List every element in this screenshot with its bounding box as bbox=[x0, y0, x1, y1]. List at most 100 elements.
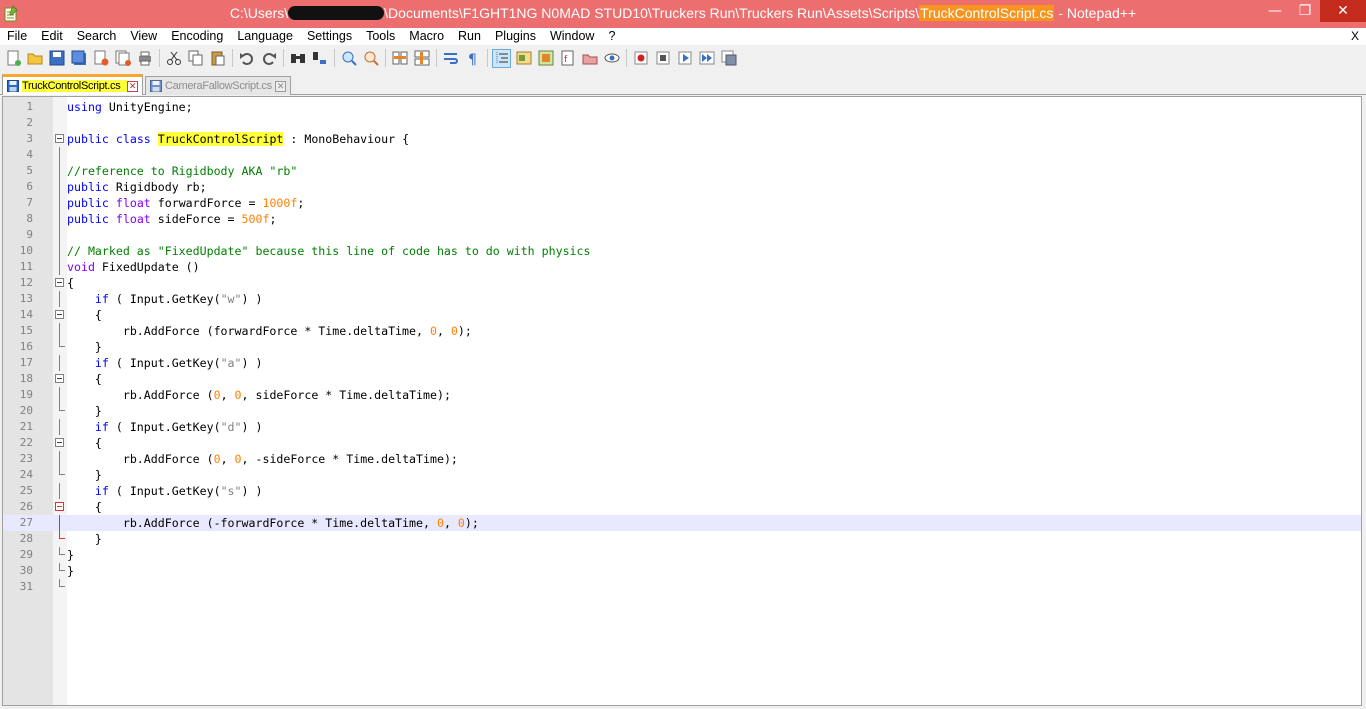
code-line[interactable]: 13 if ( Input.GetKey("w") ) bbox=[3, 291, 1361, 307]
maximize-button[interactable]: ❐ bbox=[1290, 0, 1320, 22]
udl-button[interactable] bbox=[514, 49, 533, 68]
code-line[interactable]: 3 public class TruckControlScript : MonoB… bbox=[3, 131, 1361, 147]
new-file-button[interactable] bbox=[3, 49, 22, 68]
tab-close-icon[interactable]: ✕ bbox=[275, 80, 286, 92]
indent-guide-button[interactable] bbox=[492, 48, 511, 68]
code-text: } bbox=[67, 339, 102, 355]
redo-button[interactable] bbox=[259, 49, 278, 68]
code-token: } bbox=[67, 340, 102, 354]
close-all-button[interactable] bbox=[113, 49, 132, 68]
sync-horizontal-button[interactable] bbox=[412, 49, 431, 68]
folder-workspace-button[interactable] bbox=[580, 49, 599, 68]
menu-encoding[interactable]: Encoding bbox=[164, 28, 230, 45]
record-macro-button[interactable] bbox=[631, 49, 650, 68]
code-editor[interactable]: 1 using UnityEngine; 2 3 public class TruckC… bbox=[2, 96, 1362, 706]
sync-vertical-button[interactable] bbox=[390, 49, 409, 68]
doc-map-button[interactable] bbox=[536, 49, 555, 68]
menu-window[interactable]: Window bbox=[543, 28, 601, 45]
menu-settings[interactable]: Settings bbox=[300, 28, 359, 45]
code-line[interactable]: 31 bbox=[3, 579, 1361, 595]
code-line[interactable]: 17 if ( Input.GetKey("a") ) bbox=[3, 355, 1361, 371]
code-lines[interactable]: 1 using UnityEngine; 2 3 public class TruckC… bbox=[3, 99, 1361, 595]
save-all-button[interactable] bbox=[69, 49, 88, 68]
zoom-in-button[interactable] bbox=[339, 49, 358, 68]
fold-toggle-icon[interactable] bbox=[55, 374, 64, 383]
toolbar-separator bbox=[159, 49, 160, 67]
close-button[interactable] bbox=[91, 49, 110, 68]
code-line[interactable]: 2 bbox=[3, 115, 1361, 131]
menu-view[interactable]: View bbox=[123, 28, 164, 45]
menu-search[interactable]: Search bbox=[70, 28, 124, 45]
code-line[interactable]: 26 { bbox=[3, 499, 1361, 515]
replace-button[interactable] bbox=[310, 49, 329, 68]
paste-button[interactable] bbox=[208, 49, 227, 68]
copy-button[interactable] bbox=[186, 49, 205, 68]
stop-macro-button[interactable] bbox=[653, 49, 672, 68]
menu-help[interactable]: ? bbox=[601, 28, 622, 45]
close-window-button[interactable]: ✕ bbox=[1320, 0, 1366, 22]
code-line[interactable]: 20 } bbox=[3, 403, 1361, 419]
menu-tools[interactable]: Tools bbox=[359, 28, 402, 45]
code-line[interactable]: 23 rb.AddForce (0, 0, -sideForce * Time.… bbox=[3, 451, 1361, 467]
fold-toggle-icon[interactable] bbox=[55, 278, 64, 287]
minimize-button[interactable]: — bbox=[1260, 0, 1290, 22]
code-line[interactable]: 5 //reference to Rigidbody AKA "rb" bbox=[3, 163, 1361, 179]
code-line[interactable]: 25 if ( Input.GetKey("s") ) bbox=[3, 483, 1361, 499]
code-token: float bbox=[115, 212, 151, 226]
cut-button[interactable] bbox=[164, 49, 183, 68]
code-line[interactable]: 28 } bbox=[3, 531, 1361, 547]
code-line[interactable]: 12 { bbox=[3, 275, 1361, 291]
code-line[interactable]: 24 } bbox=[3, 467, 1361, 483]
code-line[interactable]: 14 { bbox=[3, 307, 1361, 323]
fold-toggle-icon[interactable] bbox=[55, 310, 64, 319]
word-wrap-button[interactable] bbox=[441, 49, 460, 68]
undo-button[interactable] bbox=[237, 49, 256, 68]
menu-edit[interactable]: Edit bbox=[34, 28, 70, 45]
code-line[interactable]: 18 { bbox=[3, 371, 1361, 387]
find-button[interactable] bbox=[288, 49, 307, 68]
save-button[interactable] bbox=[47, 49, 66, 68]
code-line[interactable]: 8 public float sideForce = 500f; bbox=[3, 211, 1361, 227]
function-list-button[interactable]: f bbox=[558, 49, 577, 68]
code-line[interactable]: 29} bbox=[3, 547, 1361, 563]
monitoring-button[interactable] bbox=[602, 49, 621, 68]
tab-close-icon[interactable]: ✕ bbox=[127, 80, 138, 92]
play-macro-button[interactable] bbox=[675, 49, 694, 68]
code-line[interactable]: 21 if ( Input.GetKey("d") ) bbox=[3, 419, 1361, 435]
tab-camerafallowscript[interactable]: CameraFallowScript.cs ✕ bbox=[145, 76, 291, 95]
code-line[interactable]: 19 rb.AddForce (0, 0, sideForce * Time.d… bbox=[3, 387, 1361, 403]
close-document-button[interactable]: X bbox=[1351, 28, 1359, 45]
menu-run[interactable]: Run bbox=[451, 28, 488, 45]
open-file-button[interactable] bbox=[25, 49, 44, 68]
zoom-out-button[interactable] bbox=[361, 49, 380, 68]
code-line[interactable]: 9 bbox=[3, 227, 1361, 243]
line-number: 19 bbox=[19, 388, 33, 401]
code-line[interactable]: 6 public Rigidbody rb; bbox=[3, 179, 1361, 195]
print-button[interactable] bbox=[135, 49, 154, 68]
title-bar[interactable]: C:\Users\ \Documents\F1GHT1NG N0MAD STUD1… bbox=[0, 0, 1366, 28]
fold-toggle-icon[interactable] bbox=[55, 438, 64, 447]
code-line[interactable]: 11 void FixedUpdate () bbox=[3, 259, 1361, 275]
code-line[interactable]: 4 bbox=[3, 147, 1361, 163]
fold-toggle-icon[interactable] bbox=[55, 134, 64, 143]
code-line[interactable]: 16 } bbox=[3, 339, 1361, 355]
menu-language[interactable]: Language bbox=[230, 28, 300, 45]
code-line[interactable]: 15 rb.AddForce (forwardForce * Time.delt… bbox=[3, 323, 1361, 339]
tab-truckcontrolscript[interactable]: TruckControlScript.cs ✕ bbox=[2, 74, 143, 95]
code-line[interactable]: 22 { bbox=[3, 435, 1361, 451]
menu-file[interactable]: File bbox=[0, 28, 34, 45]
code-line[interactable]: 30} bbox=[3, 563, 1361, 579]
menu-plugins[interactable]: Plugins bbox=[488, 28, 543, 45]
run-macro-multiple-button[interactable] bbox=[697, 49, 716, 68]
menu-macro[interactable]: Macro bbox=[402, 28, 451, 45]
save-macro-button[interactable] bbox=[719, 49, 738, 68]
close-all-icon bbox=[115, 50, 131, 66]
code-line[interactable]: 7 public float forwardForce = 1000f; bbox=[3, 195, 1361, 211]
show-all-chars-button[interactable]: ¶ bbox=[463, 49, 482, 68]
code-line[interactable]: 1 using UnityEngine; bbox=[3, 99, 1361, 115]
file-saved-icon bbox=[150, 80, 162, 92]
fold-toggle-icon[interactable] bbox=[55, 502, 64, 511]
code-line[interactable]: 10 // Marked as "FixedUpdate" because thi… bbox=[3, 243, 1361, 259]
code-line[interactable]: 27 rb.AddForce (-forwardForce * Time.del… bbox=[3, 515, 1361, 531]
